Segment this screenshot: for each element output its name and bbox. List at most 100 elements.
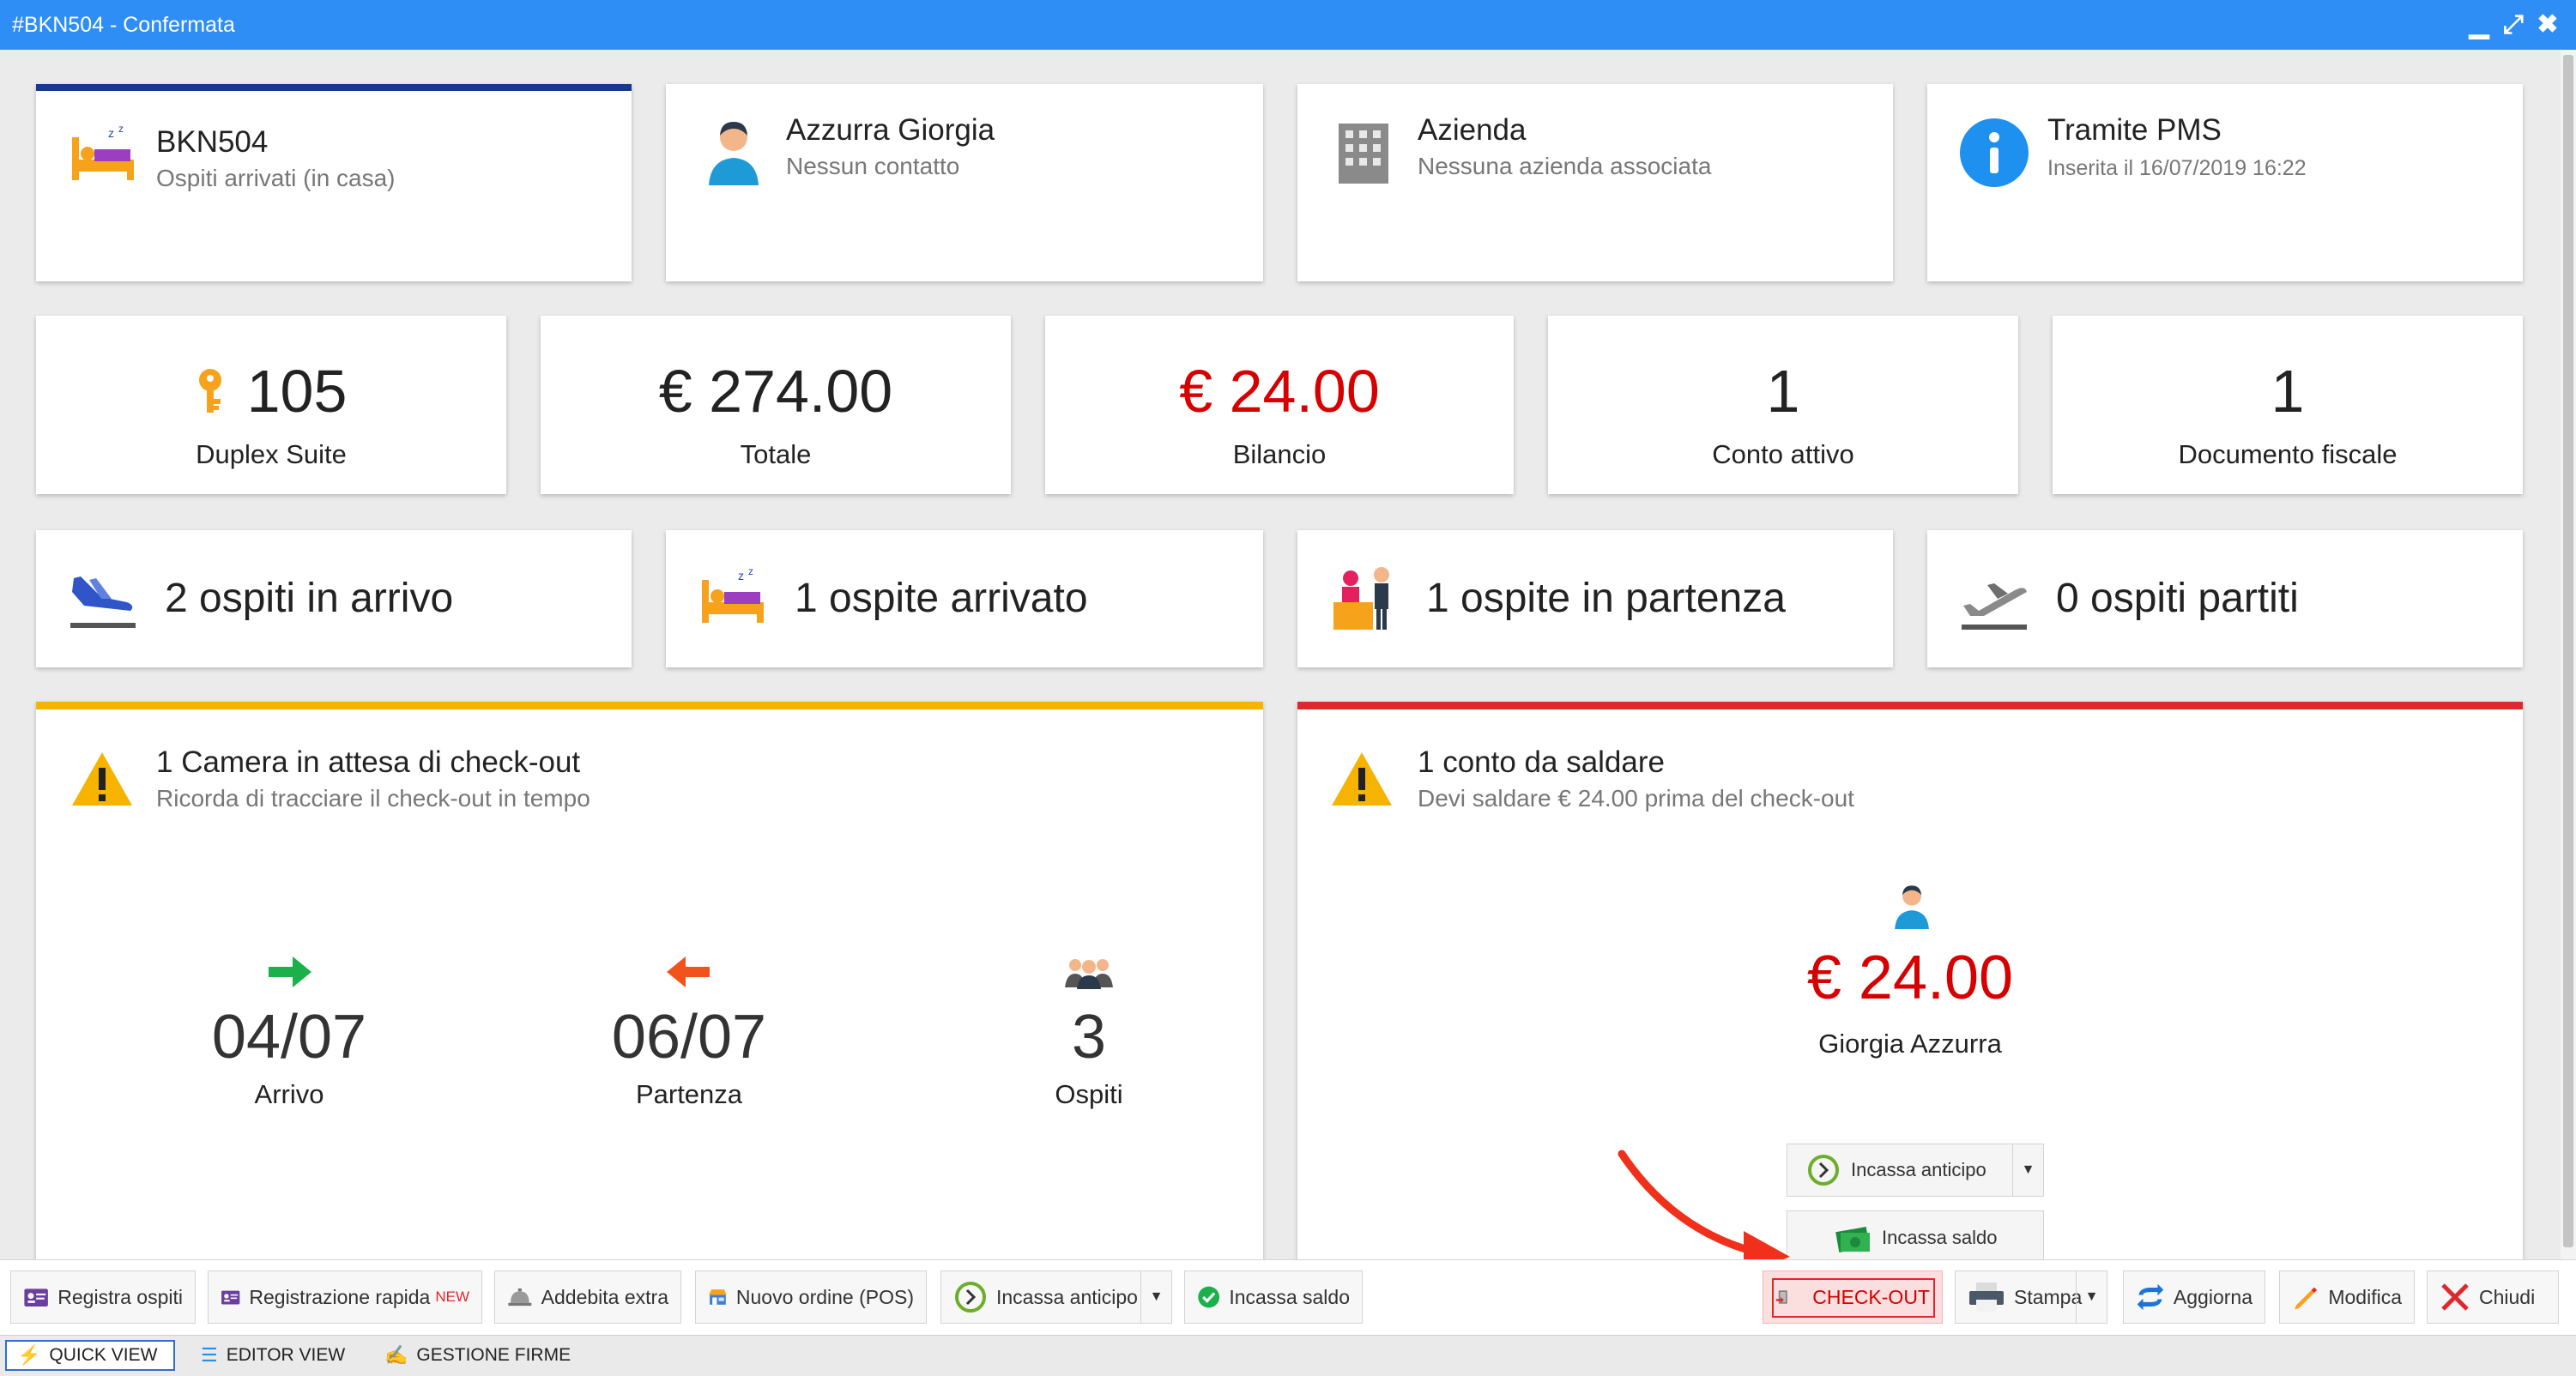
- guest-name: Azzurra Giorgia: [786, 113, 995, 147]
- checkout-label: CHECK-OUT: [1812, 1285, 1930, 1308]
- register-guests-button[interactable]: Registra ospiti: [10, 1270, 196, 1324]
- quick-view-tab[interactable]: ⚡ QUICK VIEW: [5, 1340, 175, 1371]
- booking-card[interactable]: zz BKN504 Ospiti arrivati (in casa): [36, 84, 632, 281]
- key-icon: [198, 369, 221, 413]
- guest-card[interactable]: Azzurra Giorgia Nessun contatto: [666, 84, 1263, 281]
- balance-panel: 1 conto da saldare Devi saldare € 24.00 …: [1297, 702, 2523, 1283]
- guest-contact: Nessun contatto: [786, 153, 960, 179]
- edit-button[interactable]: Modifica: [2279, 1270, 2415, 1324]
- close-button[interactable]: Chiudi: [2427, 1270, 2559, 1324]
- svg-text:z: z: [108, 126, 114, 140]
- window-titlebar: #BKN504 - Confermata ▁ ⤢ ✖: [0, 0, 2576, 50]
- minimize-icon[interactable]: ▁: [2466, 0, 2492, 50]
- pencil-icon: [2295, 1287, 2318, 1310]
- balance-stat-card[interactable]: € 24.00 Bilancio: [1045, 316, 1514, 494]
- arriving-text: 2 ospiti in arrivo: [165, 576, 454, 621]
- editor-view-label: EDITOR VIEW: [226, 1345, 346, 1365]
- quick-registration-button[interactable]: Registrazione rapida NEW: [208, 1270, 482, 1324]
- editor-view-tab[interactable]: ☰ EDITOR VIEW: [190, 1340, 355, 1371]
- main-content: zz BKN504 Ospiti arrivati (in casa) Azzu…: [0, 50, 2561, 1283]
- print-button[interactable]: Stampa ▼: [1955, 1270, 2107, 1324]
- arrived-card[interactable]: zz 1 ospite arrivato: [666, 530, 1263, 667]
- add-extra-label: Addebita extra: [541, 1285, 668, 1308]
- plane-landing-icon: [70, 576, 136, 628]
- advance-cycle-icon: [1808, 1155, 1839, 1186]
- checkout-title: 1 Camera in attesa di check-out: [156, 745, 581, 779]
- booking-code: BKN504: [156, 125, 269, 159]
- window-title: #BKN504 - Confermata: [12, 13, 235, 37]
- svg-text:z: z: [738, 569, 744, 582]
- print-dropdown-icon[interactable]: ▼: [2076, 1271, 2107, 1323]
- service-bell-icon: [508, 1288, 532, 1307]
- advance-dropdown-icon[interactable]: ▼: [2012, 1144, 2043, 1196]
- checkout-panel: 1 Camera in attesa di check-out Ricorda …: [36, 702, 1263, 1283]
- accounts-label: Conto attivo: [1712, 439, 1854, 469]
- refresh-button[interactable]: Aggiorna: [2123, 1270, 2265, 1324]
- collect-balance-toolbar-button[interactable]: Incassa saldo: [1184, 1270, 1363, 1324]
- shop-icon: [709, 1289, 727, 1305]
- departing-card[interactable]: 1 ospite in partenza: [1297, 530, 1893, 667]
- collect-balance-button[interactable]: Incassa saldo: [1787, 1210, 2044, 1265]
- company-card[interactable]: Azienda Nessuna azienda associata: [1297, 84, 1893, 281]
- room-type: Duplex Suite: [196, 439, 347, 469]
- accounts-stat-card[interactable]: 1 Conto attivo: [1548, 316, 2018, 494]
- collect-advance-label: Incassa anticipo: [1851, 1159, 1986, 1180]
- company-sub: Nessuna azienda associata: [1418, 153, 1712, 179]
- collect-advance-toolbar-button[interactable]: Incassa anticipo ▼: [940, 1270, 1172, 1324]
- cash-icon: [1835, 1227, 1870, 1252]
- source-card[interactable]: Tramite PMS Inserita il 16/07/2019 16:22: [1927, 84, 2523, 281]
- collect-balance-toolbar-label: Incassa saldo: [1229, 1285, 1350, 1308]
- company-title: Azienda: [1418, 113, 1527, 147]
- printer-icon: [1969, 1282, 2004, 1312]
- payer-name: Giorgia Azzurra: [1818, 1029, 2002, 1059]
- total-label: Totale: [740, 439, 812, 469]
- warning-icon: [1332, 752, 1392, 806]
- signatures-tab[interactable]: ✍ GESTIONE FIRME: [374, 1340, 581, 1371]
- info-icon: [1960, 118, 2029, 187]
- checkout-sub: Ricorda di tracciare il check-out in tem…: [156, 785, 590, 812]
- docs-label: Documento fiscale: [2178, 439, 2398, 469]
- departed-card[interactable]: 0 ospiti partiti: [1927, 530, 2523, 667]
- scrollbar-thumb[interactable]: [2563, 55, 2573, 1247]
- arriving-card[interactable]: 2 ospiti in arrivo: [36, 530, 632, 667]
- total-value: € 274.00: [658, 358, 893, 425]
- maximize-icon[interactable]: ⤢: [2500, 0, 2526, 50]
- vertical-scrollbar[interactable]: [2561, 50, 2576, 1259]
- new-order-label: Nuovo ordine (POS): [735, 1285, 914, 1308]
- id-card-icon: [24, 1288, 48, 1307]
- balance-title: 1 conto da saldare: [1418, 745, 1665, 779]
- departing-text: 1 ospite in partenza: [1426, 576, 1786, 621]
- insert-date: Inserita il 16/07/2019 16:22: [2047, 156, 2307, 180]
- refresh-arrows-icon: [2137, 1283, 2164, 1311]
- room-number: 105: [246, 358, 348, 425]
- departed-text: 0 ospiti partiti: [2056, 576, 2299, 621]
- add-extra-button[interactable]: Addebita extra: [494, 1270, 681, 1324]
- editor-icon: ☰: [201, 1344, 218, 1366]
- group-icon: [1065, 959, 1113, 989]
- arrival-label: Arrivo: [254, 1079, 324, 1109]
- view-switcher-bar: ⚡ QUICK VIEW ☰ EDITOR VIEW ✍ GESTIONE FI…: [0, 1335, 2576, 1376]
- new-order-button[interactable]: Nuovo ordine (POS): [695, 1270, 927, 1324]
- balance-sub: Devi saldare € 24.00 prima del check-out: [1418, 785, 1854, 812]
- bed-sleep-icon: zz: [72, 125, 134, 180]
- edit-label: Modifica: [2328, 1285, 2402, 1308]
- docs-stat-card[interactable]: 1 Documento fiscale: [2053, 316, 2523, 494]
- arrival-date: 04/07: [211, 1003, 367, 1071]
- close-icon[interactable]: ✖: [2535, 0, 2561, 50]
- room-stat-card[interactable]: 105 Duplex Suite: [36, 316, 506, 494]
- close-label: Chiudi: [2479, 1285, 2536, 1308]
- checkout-button[interactable]: CHECK-OUT: [1763, 1270, 1943, 1324]
- total-stat-card[interactable]: € 274.00 Totale: [541, 316, 1011, 494]
- quick-view-label: QUICK VIEW: [49, 1345, 158, 1365]
- bed-sleep-icon: zz: [702, 568, 764, 623]
- accounts-value: 1: [1766, 358, 1800, 425]
- action-toolbar: Registra ospiti Registrazione rapida NEW…: [0, 1259, 2576, 1335]
- reception-icon: [1333, 567, 1389, 630]
- svg-text:z: z: [118, 125, 124, 135]
- collect-advance-button[interactable]: Incassa anticipo ▼: [1787, 1144, 2044, 1197]
- advance-toolbar-dropdown-icon[interactable]: ▼: [1140, 1271, 1171, 1323]
- docs-value: 1: [2271, 358, 2305, 425]
- signatures-label: GESTIONE FIRME: [416, 1345, 571, 1365]
- collect-advance-toolbar-label: Incassa anticipo: [996, 1285, 1138, 1308]
- refresh-label: Aggiorna: [2173, 1285, 2252, 1308]
